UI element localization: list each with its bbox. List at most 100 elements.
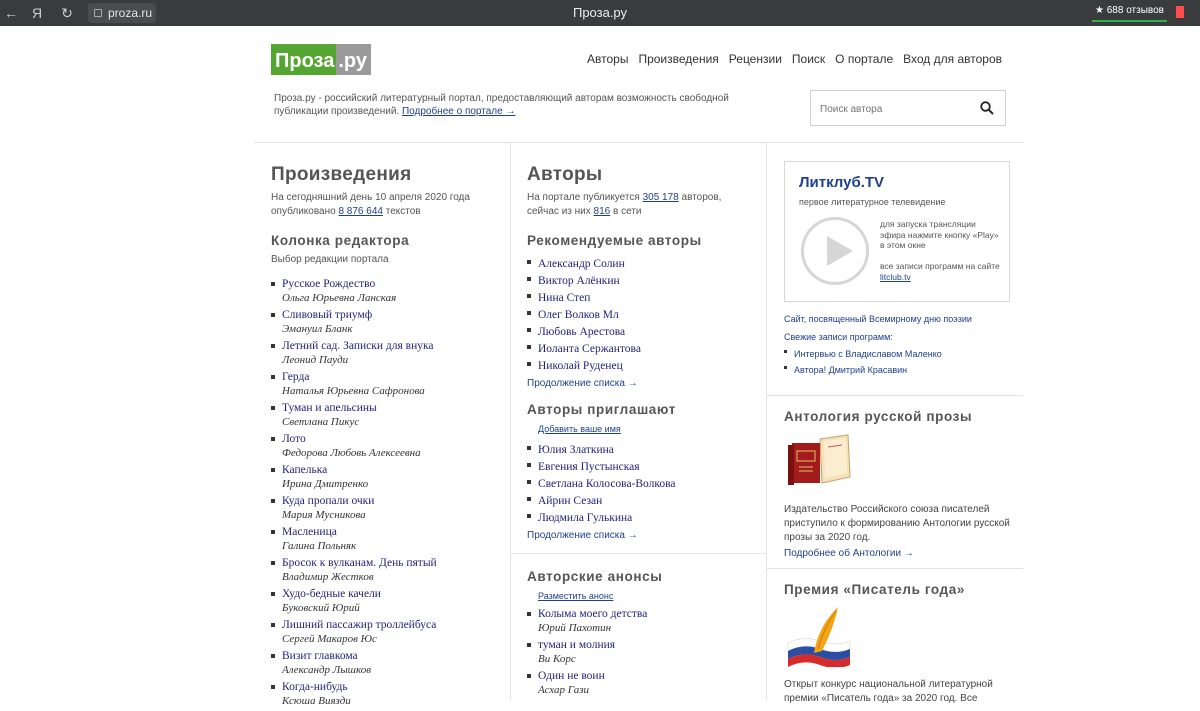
editor-column-title: Колонка редактора [271, 233, 410, 248]
author-link[interactable]: Евгения Пустынская [538, 461, 640, 473]
works-count-link[interactable]: 8 876 644 [338, 206, 383, 217]
editor-column-subtitle: Выбор редакции портала [271, 254, 389, 265]
nav-reviews[interactable]: Рецензии [729, 52, 782, 66]
play-icon[interactable] [801, 217, 869, 285]
author-link[interactable]: Нина Степ [538, 292, 590, 304]
nav-search[interactable]: Поиск [792, 52, 825, 66]
author-link[interactable]: Виктор Алёнкин [538, 275, 620, 287]
work-title[interactable]: Масленица [282, 525, 506, 539]
work-author[interactable]: Леонид Пауди [282, 353, 506, 367]
author-search [810, 90, 1006, 126]
author-link[interactable]: Любовь Арестова [538, 326, 625, 338]
list-item: Виктор Алёнкин [527, 271, 767, 288]
site-logo[interactable]: Проза .ру [271, 44, 371, 75]
work-author[interactable]: Ксюша Виязди [282, 694, 506, 708]
invite-more-link[interactable]: Продолжение списка → [527, 530, 767, 541]
work-author[interactable]: Галина Польняк [282, 539, 506, 553]
work-title[interactable]: Герда [282, 370, 506, 384]
work-author[interactable]: Сергей Макаров Юс [282, 632, 506, 646]
work-author[interactable]: Федорова Любовь Алексеевна [282, 446, 506, 460]
work-title[interactable]: Сливовый триумф [282, 308, 506, 322]
work-title[interactable]: Куда пропали очки [282, 494, 506, 508]
list-item: Масленица Галина Польняк [271, 525, 506, 553]
about-link[interactable]: Подробнее о портале → [402, 106, 516, 117]
work-title[interactable]: туман и молния [538, 638, 767, 652]
list-item: Капелька Ирина Дмитренко [271, 463, 506, 491]
reload-icon[interactable]: ↻ [58, 4, 76, 22]
work-author[interactable]: Мария Мусникова [282, 508, 506, 522]
list-item: Интервью с Владиславом Маленко [784, 344, 1024, 360]
anons-list: Колыма моего детства Юрий Пахотин туман и… [527, 607, 767, 697]
nav-works[interactable]: Произведения [638, 52, 718, 66]
author-link[interactable]: Николай Руденец [538, 360, 623, 372]
work-author[interactable]: Буковский Юрий [282, 601, 506, 615]
yandex-icon[interactable]: Я [28, 4, 46, 22]
list-item: Лото Федорова Любовь Алексеевна [271, 432, 506, 460]
litclub-title[interactable]: Литклуб.TV [799, 174, 884, 191]
prize-text: Открыт конкурс национальной литературной… [784, 679, 993, 704]
work-title[interactable]: Капелька [282, 463, 506, 477]
list-item: Людмила Гулькина [527, 508, 767, 525]
add-anons-link[interactable]: Разместить анонс [538, 591, 767, 601]
fresh-records-label: Свежие записи программ: [784, 332, 893, 342]
list-item: Александр Солин [527, 254, 767, 271]
work-title[interactable]: Летний сад. Записки для внука [282, 339, 506, 353]
work-title[interactable]: Русское Рождество [282, 277, 506, 291]
poetry-day-link[interactable]: Сайт, посвященный Всемирному дню поэзии [784, 314, 1024, 324]
browser-toolbar: ← Я ↻ proza.ru Проза.ру ★ 688 отзывов [0, 0, 1200, 26]
authors-stats-pre: На портале публикуется [527, 192, 640, 203]
author-link[interactable]: Юлия Златкина [538, 444, 614, 456]
work-title[interactable]: Когда-нибудь [282, 680, 506, 694]
work-author[interactable]: Ви Корс [538, 652, 767, 666]
list-item: Бросок к вулканам. День пятый Владимир Же… [271, 556, 506, 584]
work-title[interactable]: Лото [282, 432, 506, 446]
work-author[interactable]: Ирина Дмитренко [282, 477, 506, 491]
nav-login[interactable]: Вход для авторов [903, 52, 1002, 66]
work-author[interactable]: Ольга Юрьевна Ланская [282, 291, 506, 305]
recommended-more-link[interactable]: Продолжение списка → [527, 378, 767, 389]
author-link[interactable]: Светлана Колосова-Волкова [538, 478, 676, 490]
author-link[interactable]: Айрин Сезан [538, 495, 602, 507]
add-name-link[interactable]: Добавить ваше имя [538, 424, 767, 434]
work-title[interactable]: Визит главкома [282, 649, 506, 663]
prize-title: Премия «Писатель года» [784, 582, 965, 597]
author-link[interactable]: Александр Солин [538, 258, 625, 270]
record-link[interactable]: Автора! Дмитрий Красавин [794, 365, 907, 375]
work-title[interactable]: Худо-бедные качели [282, 587, 506, 601]
author-link[interactable]: Олег Волков Мл [538, 309, 619, 321]
anthology-link[interactable]: Подробнее об Антологии → [784, 548, 1024, 559]
list-item: туман и молния Ви Корс [527, 638, 767, 666]
record-link[interactable]: Интервью с Владиславом Маленко [794, 349, 942, 359]
nav-authors[interactable]: Авторы [587, 52, 628, 66]
work-title[interactable]: Лишний пассажир троллейбуса [282, 618, 506, 632]
work-title[interactable]: Один не воин [538, 669, 767, 683]
search-icon[interactable] [980, 101, 994, 115]
work-author[interactable]: Юрий Пахотин [538, 621, 767, 635]
author-link[interactable]: Иоланта Сержантова [538, 343, 641, 355]
work-author[interactable]: Владимир Жестков [282, 570, 506, 584]
work-author[interactable]: Эмануил Бланк [282, 322, 506, 336]
reviews-badge[interactable]: ★ 688 отзывов [1092, 4, 1167, 22]
back-arrow-icon[interactable]: ← [2, 4, 20, 22]
work-title[interactable]: Туман и апельсины [282, 401, 506, 415]
work-author[interactable]: Светлана Пикус [282, 415, 506, 429]
anthology-section: Антология русской прозы Издательство Рос… [784, 409, 1024, 559]
list-item: Летний сад. Записки для внука Леонид Пауд… [271, 339, 506, 367]
list-item: Нина Степ [527, 288, 767, 305]
work-author[interactable]: Асхар Гази [538, 683, 767, 697]
address-bar[interactable]: proza.ru [88, 3, 156, 23]
page-title: Проза.ру [572, 5, 628, 20]
work-author[interactable]: Александр Лышков [282, 663, 506, 677]
work-title[interactable]: Колыма моего детства [538, 607, 767, 621]
authors-count-link[interactable]: 305 178 [643, 192, 679, 203]
authors-online-link[interactable]: 816 [594, 206, 611, 217]
litclub-site-link[interactable]: litclub.tv [880, 272, 911, 282]
anthology-text: Издательство Российского союза писателей… [784, 504, 1010, 543]
nav-about[interactable]: О портале [835, 52, 893, 66]
work-title[interactable]: Бросок к вулканам. День пятый [282, 556, 506, 570]
litclub-subtitle: первое литературное телевидение [799, 197, 946, 207]
search-input[interactable] [820, 101, 970, 117]
author-link[interactable]: Людмила Гулькина [538, 512, 632, 524]
work-author[interactable]: Наталья Юрьевна Сафронова [282, 384, 506, 398]
bookmark-icon[interactable] [1176, 6, 1184, 18]
